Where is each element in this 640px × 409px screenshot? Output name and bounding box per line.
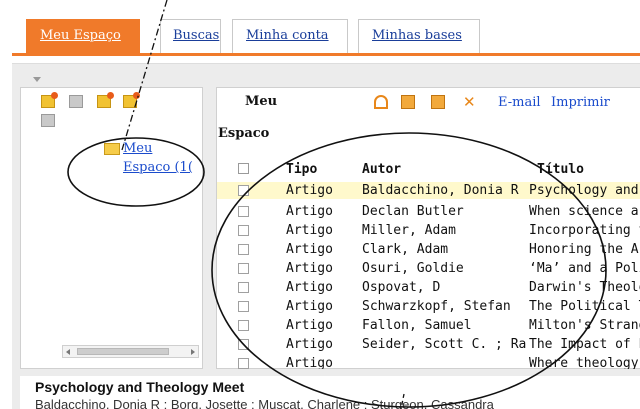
select-all-checkbox[interactable] [238,163,249,174]
cell-tipo: Artigo [286,337,333,352]
rename-folder-icon[interactable] [69,95,83,108]
cell-tipo: Artigo [286,183,333,198]
cell-tipo: Artigo [286,356,333,369]
cell-titulo: Incorporating th [529,223,640,238]
cell-titulo: When science a [529,204,639,219]
table-row[interactable]: Artigo Schwarzkopf, Stefan The Political… [217,298,640,315]
cell-autor: Declan Butler [362,204,464,219]
table-row[interactable]: Artigo Where theology [217,355,640,369]
scroll-left-icon[interactable] [66,349,70,355]
row-checkbox[interactable] [238,225,249,236]
copy-icon[interactable] [401,95,415,109]
cell-titulo: Psychology and [529,183,639,198]
table-row[interactable]: Artigo Clark, Adam Honoring the Ar [217,241,640,258]
row-checkbox[interactable] [238,320,249,331]
scroll-thumb[interactable] [77,348,169,355]
column-header-tipo[interactable]: Tipo [286,162,317,177]
tab-minhas-bases[interactable]: Minhas bases [358,19,480,53]
cell-autor: Miller, Adam [362,223,456,238]
tab-buscas[interactable]: Buscas [160,19,221,53]
folder-title-line2: Espaco [218,126,270,141]
cell-tipo: Artigo [286,223,333,238]
folder-tree-pane [20,87,203,369]
table-row[interactable]: Artigo Seider, Scott C. ; Rab... The Imp… [217,336,640,353]
cell-tipo: Artigo [286,204,333,219]
cell-titulo: ‘Ma’ and a Polit [529,261,640,276]
tab-bar: Meu Espaço Buscas Minha conta Minhas bas… [12,19,640,56]
row-checkbox[interactable] [238,358,249,369]
cell-autor: Osuri, Goldie [362,261,464,276]
table-row[interactable]: Artigo Baldacchino, Donia R ... Psycholo… [217,182,640,199]
row-checkbox[interactable] [238,263,249,274]
tree-folder-name[interactable]: Meu [123,141,152,156]
tab-meu-espaco[interactable]: Meu Espaço [26,19,140,53]
cell-autor: Clark, Adam [362,242,449,257]
cell-tipo: Artigo [286,261,333,276]
row-checkbox[interactable] [238,185,249,196]
row-checkbox[interactable] [238,206,249,217]
cell-tipo: Artigo [286,242,333,257]
tab-minha-conta[interactable]: Minha conta [232,19,348,53]
collapse-arrow-icon[interactable] [33,77,41,82]
delete-icon[interactable]: ✕ [463,95,477,110]
cell-titulo: Where theology [529,356,639,369]
paste-icon[interactable] [431,95,445,109]
copy-folder-icon[interactable] [97,92,114,108]
cell-tipo: Artigo [286,299,333,314]
preview-authors: Baldacchino, Donia R ; Borg, Josette ; M… [35,397,494,409]
scroll-right-icon[interactable] [191,349,195,355]
cell-autor: Ospovat, D [362,280,441,295]
folder-title-line1: Meu [245,94,278,109]
cut-icon[interactable] [374,95,388,109]
column-header-autor[interactable]: Autor [362,162,401,177]
row-checkbox[interactable] [238,301,249,312]
row-checkbox[interactable] [238,244,249,255]
table-row[interactable]: Artigo Miller, Adam Incorporating th [217,222,640,239]
cell-titulo: Honoring the Ar [529,242,640,257]
pane-divider [216,369,640,375]
tree-folder-count[interactable]: Espaco (1( [123,160,193,175]
cell-autor: Seider, Scott C. ; Rab... [362,337,526,352]
cell-autor: Baldacchino, Donia R ... [362,183,526,198]
cell-titulo: Milton's Strange [529,318,640,333]
table-row[interactable]: Artigo Declan Butler When science a [217,203,640,220]
row-checkbox[interactable] [238,282,249,293]
tab-underline [12,53,640,56]
cell-tipo: Artigo [286,318,333,333]
cell-titulo: The Impact of P [529,337,640,352]
column-header-titulo[interactable]: Título [537,162,584,177]
cell-titulo: Darwin's Theolo [529,280,640,295]
row-checkbox[interactable] [238,339,249,350]
tree-horizontal-scrollbar[interactable] [62,345,199,358]
table-row[interactable]: Artigo Ospovat, D Darwin's Theolo [217,279,640,296]
cell-autor: Fallon, Samuel [362,318,472,333]
email-link[interactable]: E-mail [498,95,541,110]
print-link[interactable]: Imprimir [551,95,610,110]
table-row[interactable]: Artigo Fallon, Samuel Milton's Strange [217,317,640,334]
cell-autor: Schwarzkopf, Stefan [362,299,511,314]
delete-folder-icon[interactable] [41,114,55,127]
cell-tipo: Artigo [286,280,333,295]
cell-titulo: The Political Th [529,299,640,314]
new-folder-icon[interactable] [41,92,58,108]
folder-icon [104,143,120,155]
table-row[interactable]: Artigo Osuri, Goldie ‘Ma’ and a Polit [217,260,640,277]
preview-title: Psychology and Theology Meet [35,379,245,395]
paste-folder-icon[interactable] [123,92,140,108]
